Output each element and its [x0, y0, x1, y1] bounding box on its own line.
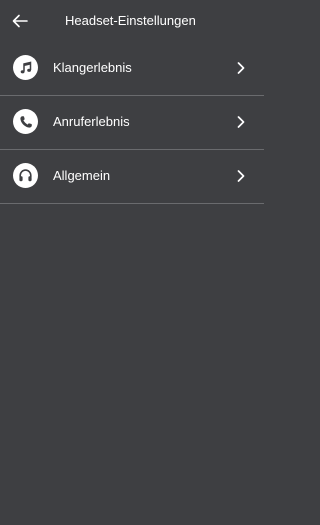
phone-icon	[13, 109, 38, 134]
headphones-icon	[13, 163, 38, 188]
settings-menu: Klangerlebnis Anruferlebnis Allgemein	[0, 42, 264, 204]
chevron-right-icon	[236, 115, 246, 129]
back-button[interactable]	[8, 9, 32, 33]
menu-item-allgemein[interactable]: Allgemein	[0, 150, 264, 204]
menu-item-label: Anruferlebnis	[53, 114, 130, 129]
page-title: Headset-Einstellungen	[65, 13, 196, 28]
music-note-icon	[13, 55, 38, 80]
arrow-left-icon	[12, 14, 28, 28]
menu-item-label: Klangerlebnis	[53, 60, 132, 75]
menu-item-klangerlebnis[interactable]: Klangerlebnis	[0, 42, 264, 96]
header-bar: Headset-Einstellungen	[0, 0, 264, 42]
menu-item-label: Allgemein	[53, 168, 111, 183]
menu-item-anruferlebnis[interactable]: Anruferlebnis	[0, 96, 264, 150]
chevron-right-icon	[236, 169, 246, 183]
chevron-right-icon	[236, 61, 246, 75]
